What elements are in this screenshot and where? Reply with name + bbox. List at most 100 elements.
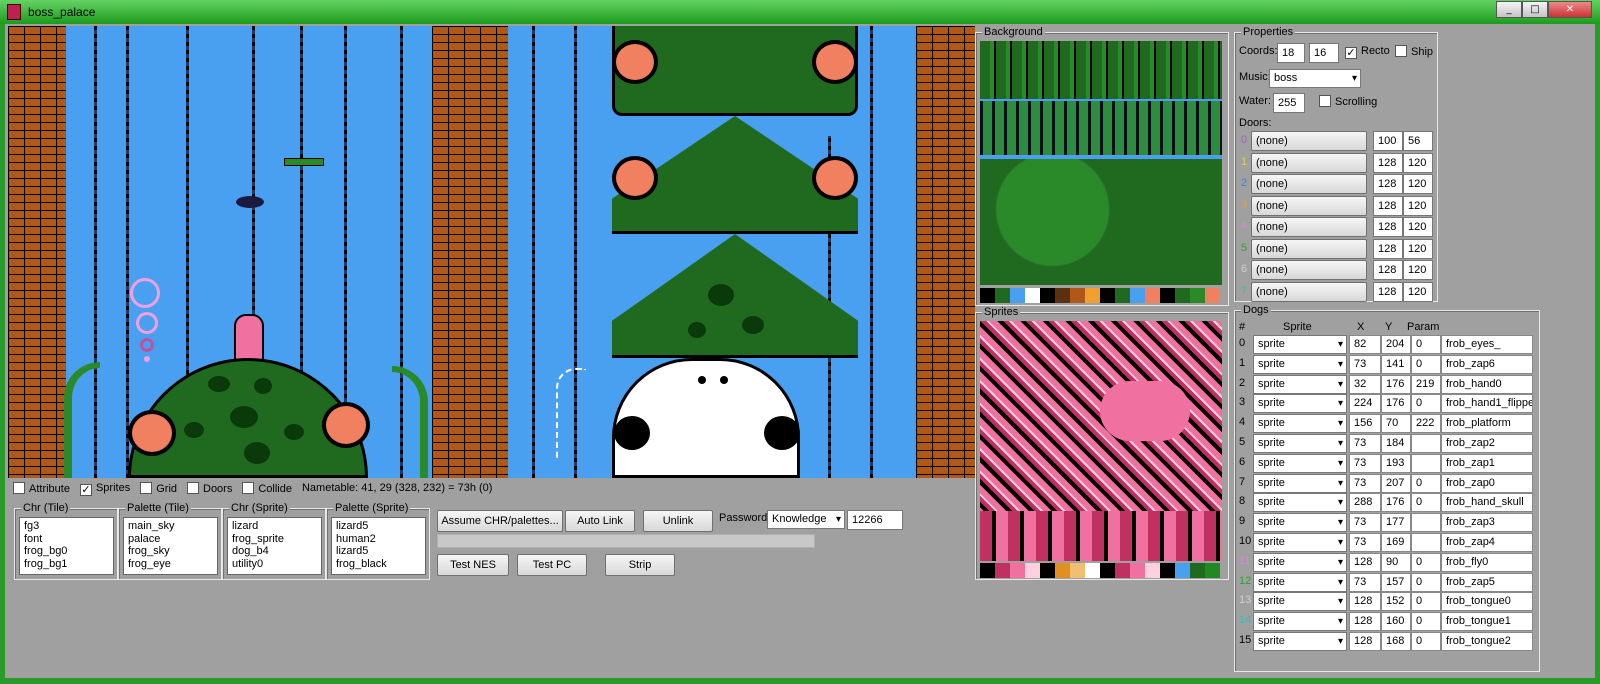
palette-swatch[interactable] <box>1190 288 1205 303</box>
dog-param-field[interactable] <box>1411 434 1441 453</box>
palette-swatch[interactable] <box>1010 563 1025 578</box>
water-field[interactable]: 255 <box>1273 93 1305 113</box>
dog-y-field[interactable]: 70 <box>1381 414 1411 434</box>
palette-swatch[interactable] <box>1130 288 1145 303</box>
test-nes-button[interactable]: Test NES <box>437 554 509 576</box>
palette-swatch[interactable] <box>1175 563 1190 578</box>
door-y-field[interactable]: 120 <box>1403 238 1433 259</box>
dog-type-select[interactable]: sprite <box>1253 434 1347 453</box>
dog-param-field[interactable]: 0 <box>1411 632 1441 651</box>
palette-swatch[interactable] <box>995 563 1010 578</box>
dog-param-field[interactable]: 0 <box>1411 335 1441 354</box>
dog-x-field[interactable]: 128 <box>1349 612 1381 632</box>
dog-y-field[interactable]: 152 <box>1381 592 1411 612</box>
dog-param-field[interactable]: 222 <box>1411 414 1441 434</box>
door-y-field[interactable]: 120 <box>1403 152 1433 173</box>
dog-y-field[interactable]: 90 <box>1381 552 1411 572</box>
dog-param-field[interactable]: 0 <box>1411 572 1441 592</box>
dog-type-select[interactable]: sprite <box>1253 453 1347 473</box>
dog-x-field[interactable]: 73 <box>1349 533 1381 552</box>
palette-swatch[interactable] <box>980 288 995 303</box>
doors-checkbox[interactable]: Doors <box>187 482 232 496</box>
dog-name-field[interactable]: frob_zap1 <box>1441 453 1533 473</box>
dog-type-select[interactable]: sprite <box>1253 335 1347 354</box>
dog-param-field[interactable]: 0 <box>1411 354 1441 374</box>
door-x-field[interactable]: 128 <box>1373 195 1403 216</box>
dog-name-field[interactable]: frob_zap6 <box>1441 354 1533 374</box>
list-item[interactable]: frog_sky <box>128 545 213 558</box>
door-y-field[interactable]: 120 <box>1403 195 1433 216</box>
dog-name-field[interactable]: frob_zap5 <box>1441 572 1533 592</box>
dog-y-field[interactable]: 176 <box>1381 493 1411 513</box>
minimize-button[interactable]: _ <box>1496 1 1522 18</box>
door-target-button[interactable]: (none) <box>1251 260 1367 280</box>
door-y-field[interactable]: 120 <box>1403 281 1433 302</box>
door-y-field[interactable]: 120 <box>1403 217 1433 237</box>
dog-type-select[interactable]: sprite <box>1253 493 1347 513</box>
dog-param-field[interactable]: 0 <box>1411 493 1441 513</box>
background-palette[interactable] <box>980 288 1220 303</box>
door-x-field[interactable]: 128 <box>1373 260 1403 280</box>
dog-x-field[interactable]: 73 <box>1349 453 1381 473</box>
dog-x-field[interactable]: 156 <box>1349 414 1381 434</box>
palette-swatch[interactable] <box>1190 563 1205 578</box>
palette-swatch[interactable] <box>1205 288 1220 303</box>
list-item[interactable]: frog_eye <box>128 558 213 571</box>
dog-param-field[interactable] <box>1411 453 1441 473</box>
door-target-button[interactable]: (none) <box>1251 131 1367 151</box>
dog-x-field[interactable]: 73 <box>1349 354 1381 374</box>
dog-type-select[interactable]: sprite <box>1253 632 1347 651</box>
dog-param-field[interactable]: 0 <box>1411 394 1441 414</box>
music-select[interactable]: boss <box>1269 69 1361 88</box>
door-x-field[interactable]: 100 <box>1373 131 1403 151</box>
palette-swatch[interactable] <box>995 288 1010 303</box>
list-item[interactable]: palace <box>128 533 213 546</box>
door-target-button[interactable]: (none) <box>1251 281 1367 302</box>
dog-name-field[interactable]: frob_zap0 <box>1441 473 1533 493</box>
dog-type-select[interactable]: sprite <box>1253 552 1347 572</box>
scrolling-checkbox[interactable]: Scrolling <box>1319 95 1377 108</box>
list-item[interactable]: fg3 <box>24 520 109 533</box>
palette-swatch[interactable] <box>1175 288 1190 303</box>
close-button[interactable]: ✕ <box>1548 1 1592 18</box>
door-y-field[interactable]: 120 <box>1403 260 1433 280</box>
list-item[interactable]: main_sky <box>128 520 213 533</box>
dog-name-field[interactable]: frob_eyes_ <box>1441 335 1533 354</box>
dog-type-select[interactable]: sprite <box>1253 414 1347 434</box>
sprites-palette[interactable] <box>980 563 1220 578</box>
list-item[interactable]: lizard5 <box>336 545 421 558</box>
palette-swatch[interactable] <box>1085 563 1100 578</box>
dog-name-field[interactable]: frob_hand0 <box>1441 374 1533 394</box>
list-item[interactable]: dog_b4 <box>232 545 317 558</box>
list-item[interactable]: frog_bg0 <box>24 545 109 558</box>
door-target-button[interactable]: (none) <box>1251 217 1367 237</box>
palette-swatch[interactable] <box>1085 288 1100 303</box>
dog-x-field[interactable]: 73 <box>1349 434 1381 453</box>
dog-type-select[interactable]: sprite <box>1253 473 1347 493</box>
dog-y-field[interactable]: 169 <box>1381 533 1411 552</box>
dog-y-field[interactable]: 157 <box>1381 572 1411 592</box>
door-target-button[interactable]: (none) <box>1251 152 1367 173</box>
dog-y-field[interactable]: 141 <box>1381 354 1411 374</box>
list-item[interactable]: frog_sprite <box>232 533 317 546</box>
dog-param-field[interactable]: 0 <box>1411 552 1441 572</box>
sprites-checkbox[interactable]: ✓ Sprites <box>79 482 130 496</box>
palette-swatch[interactable] <box>1040 563 1055 578</box>
palette-swatch[interactable] <box>1160 563 1175 578</box>
dog-y-field[interactable]: 193 <box>1381 453 1411 473</box>
background-tilesheet[interactable] <box>980 41 1222 285</box>
dog-name-field[interactable]: frob_tongue0 <box>1441 592 1533 612</box>
palette-swatch[interactable] <box>1160 288 1175 303</box>
dog-name-field[interactable]: frob_hand_skull <box>1441 493 1533 513</box>
list-item[interactable]: frog_bg1 <box>24 558 109 571</box>
dog-type-select[interactable]: sprite <box>1253 592 1347 612</box>
strip-button[interactable]: Strip <box>605 554 675 576</box>
dog-name-field[interactable]: frob_zap3 <box>1441 513 1533 533</box>
list-item[interactable]: lizard <box>232 520 317 533</box>
dog-type-select[interactable]: sprite <box>1253 572 1347 592</box>
door-target-button[interactable]: (none) <box>1251 238 1367 259</box>
dog-name-field[interactable]: frob_zap4 <box>1441 533 1533 552</box>
dog-y-field[interactable]: 177 <box>1381 513 1411 533</box>
list-item[interactable]: human2 <box>336 533 421 546</box>
palette-swatch[interactable] <box>1115 563 1130 578</box>
